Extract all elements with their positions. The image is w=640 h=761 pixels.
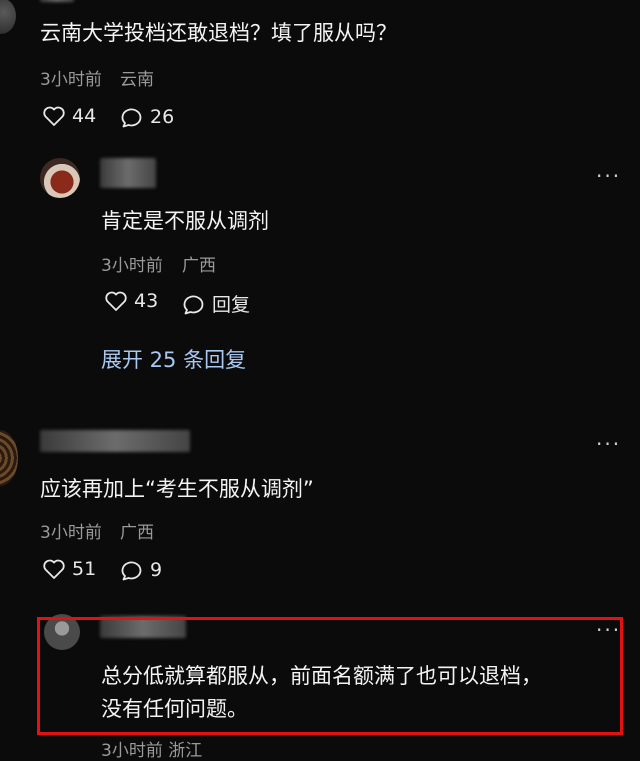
- like-button[interactable]: 43: [104, 290, 158, 312]
- highlight-box: [37, 617, 623, 735]
- comment-text: 应该再加上“考生不服从调剂”: [40, 477, 314, 501]
- avatar[interactable]: [0, 430, 18, 486]
- heart-icon: [105, 291, 127, 311]
- reply-button[interactable]: 9: [120, 558, 162, 582]
- comment-bubble-icon: [121, 561, 142, 581]
- comment-time: 3小时前: [40, 70, 102, 90]
- more-dots-icon[interactable]: ···: [596, 432, 621, 456]
- comment-location: 广西: [182, 256, 216, 276]
- heart-icon: [43, 559, 65, 579]
- like-count: 44: [72, 105, 97, 127]
- username-blurred: [40, 430, 190, 452]
- reply-label: 回复: [212, 294, 251, 316]
- comment-location: 广西: [120, 523, 154, 543]
- expand-replies-link[interactable]: 展开 25 条回复: [101, 344, 246, 374]
- like-button[interactable]: 51: [42, 558, 96, 580]
- reply-button[interactable]: 回复: [182, 290, 250, 317]
- comment-text: 肯定是不服从调剂: [101, 209, 269, 233]
- comment-time: 3小时前: [40, 523, 102, 543]
- comment-location: 云南: [120, 70, 154, 90]
- reply-button[interactable]: 26: [120, 105, 174, 129]
- username-blurred: [40, 0, 74, 2]
- avatar[interactable]: [0, 0, 16, 34]
- username-blurred: [100, 158, 156, 188]
- comment-bubble-icon: [183, 295, 204, 314]
- more-dots-icon[interactable]: ···: [596, 164, 621, 188]
- heart-icon: [43, 106, 65, 126]
- reply-count: 26: [150, 106, 175, 128]
- comment-time: 3小时前: [101, 256, 163, 276]
- like-button[interactable]: 44: [42, 105, 96, 127]
- comment-bubble-icon: [121, 108, 142, 128]
- comment-text: 云南大学投档还敢退档？填了服从吗？: [40, 21, 397, 45]
- like-count: 43: [134, 290, 159, 312]
- like-count: 51: [72, 558, 97, 580]
- avatar[interactable]: [40, 158, 80, 198]
- reply-count: 9: [150, 559, 163, 581]
- comment-meta-partial: 3小时前 浙江: [101, 741, 203, 761]
